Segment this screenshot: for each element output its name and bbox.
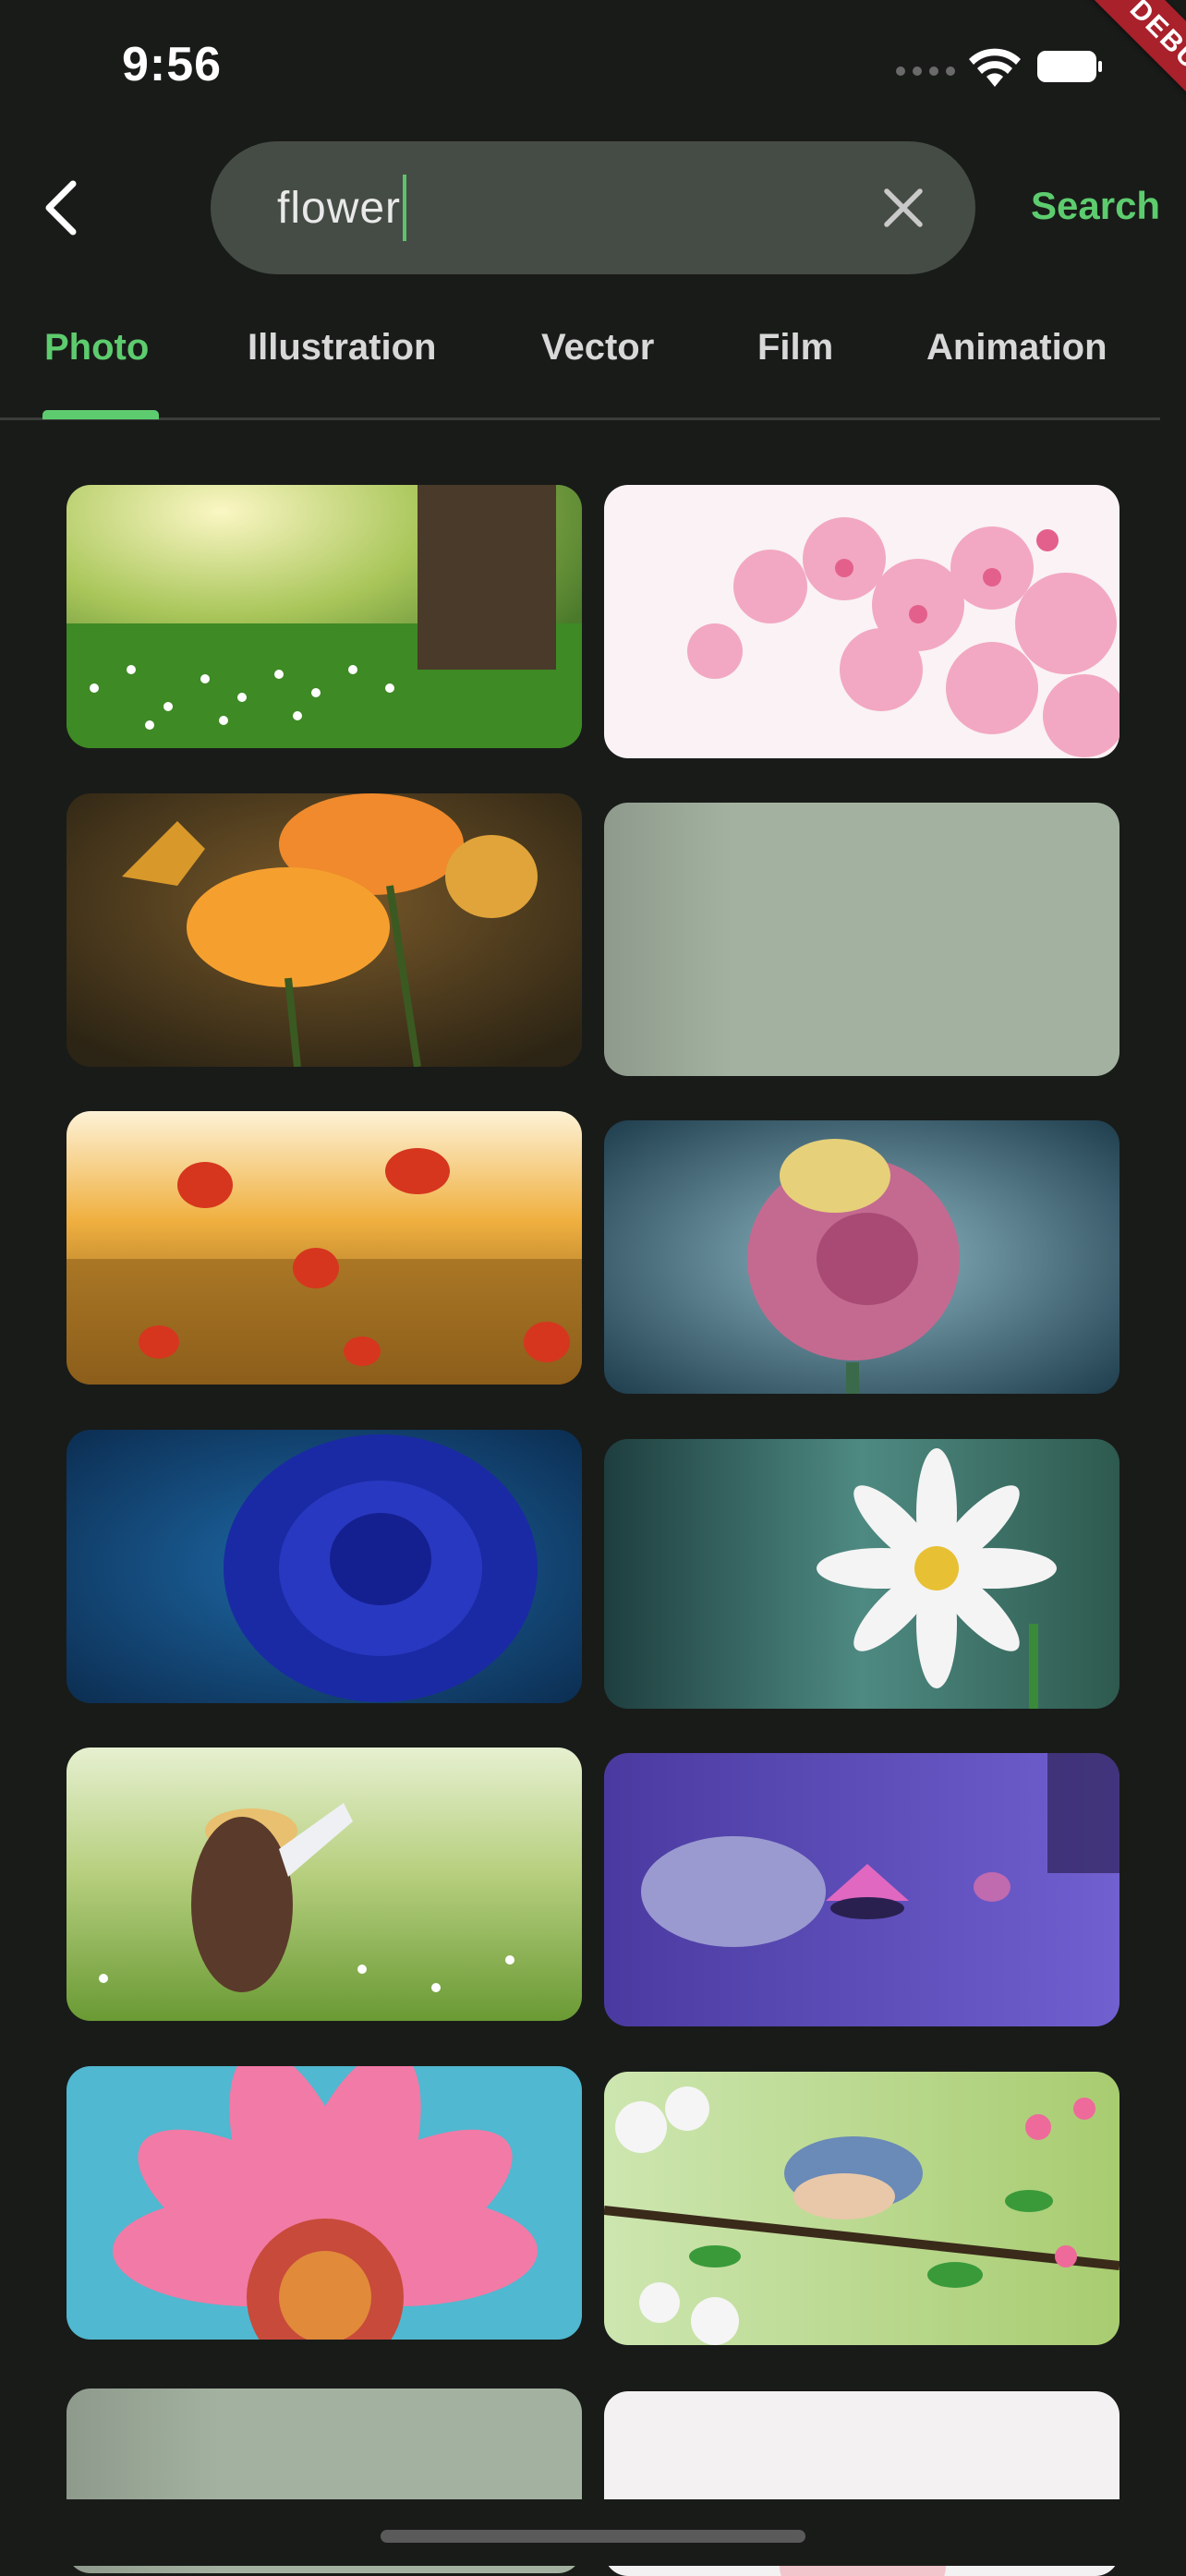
water-lily-pond-photo (604, 1753, 1119, 2026)
tab-indicator (42, 410, 159, 419)
result-tile[interactable] (604, 1439, 1119, 1709)
debug-banner: DEBUG (1037, 0, 1186, 179)
pink-rose-photo (604, 1120, 1119, 1394)
result-tile[interactable] (604, 1120, 1119, 1394)
result-tile[interactable] (604, 485, 1119, 758)
pink-cherry-blossom-photo (604, 485, 1119, 758)
pink-gerbera-photo (67, 2066, 582, 2340)
text-caret (403, 175, 407, 241)
result-tile[interactable] (67, 485, 582, 748)
search-button[interactable]: Search (1031, 184, 1160, 228)
tab-divider (0, 417, 1160, 420)
poppies-sunset-field-photo (67, 1111, 582, 1385)
loading-placeholder (604, 803, 1119, 1076)
result-tile[interactable] (604, 2072, 1119, 2345)
result-tile[interactable] (67, 1748, 582, 2021)
close-icon[interactable] (876, 180, 931, 236)
tab-illustration[interactable]: Illustration (248, 327, 436, 369)
search-field[interactable]: flower (211, 141, 975, 274)
blue-rose-photo (67, 1430, 582, 1703)
result-tile[interactable] (67, 793, 582, 1067)
tab-photo[interactable]: Photo (44, 327, 149, 369)
chevron-left-icon (45, 180, 77, 236)
cellular-signal-icon (896, 67, 955, 76)
tab-film[interactable]: Film (757, 327, 833, 369)
bird-on-blossom-branch-photo (604, 2072, 1119, 2345)
result-tile[interactable] (67, 2066, 582, 2340)
category-tabs: Photo Illustration Vector Film Animation (0, 314, 1186, 421)
meadow-flowers-tree-photo (67, 485, 582, 748)
result-tile[interactable] (67, 1111, 582, 1385)
white-daisy-photo (604, 1439, 1119, 1709)
status-time: 9:56 (122, 38, 223, 91)
result-tile[interactable] (67, 1430, 582, 1703)
battery-icon (1037, 51, 1102, 82)
result-tile[interactable] (604, 1753, 1119, 2026)
orange-flowers-butterfly-photo (67, 793, 582, 1067)
home-indicator[interactable] (381, 2530, 805, 2543)
tab-animation[interactable]: Animation (926, 327, 1107, 369)
girl-in-meadow-photo (67, 1748, 582, 2021)
back-button[interactable] (28, 166, 92, 249)
tab-vector[interactable]: Vector (541, 327, 654, 369)
wifi-icon (969, 48, 1021, 87)
search-input[interactable]: flower (277, 183, 401, 234)
